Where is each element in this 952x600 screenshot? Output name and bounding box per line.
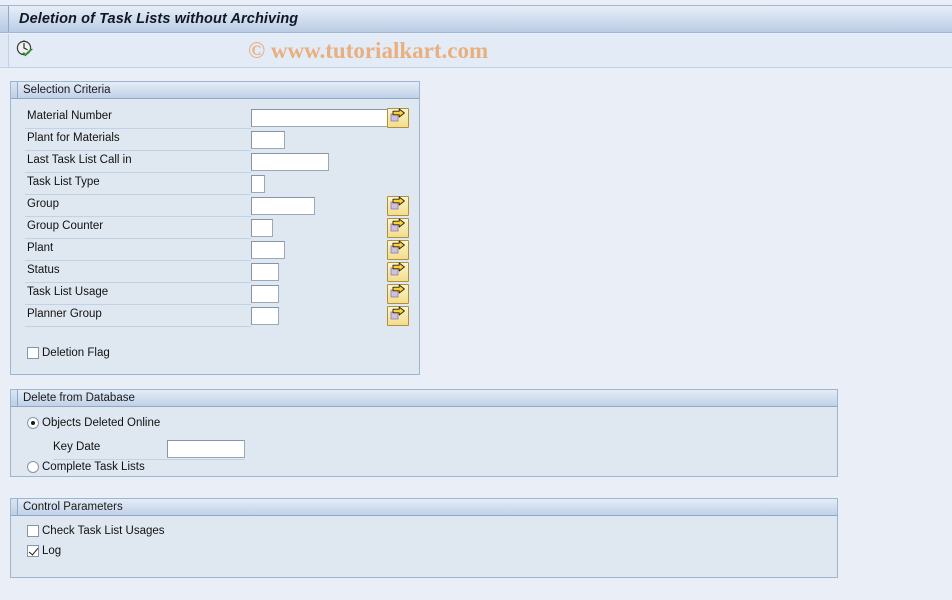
selection-criteria-title: Selection Criteria (23, 84, 111, 96)
key-date-row: Key Date (11, 438, 261, 460)
selection-criteria-header: Selection Criteria (11, 82, 419, 99)
field-label: Material Number (27, 110, 112, 122)
radio-objects-deleted-online-label: Objects Deleted Online (42, 417, 161, 429)
key-date-label: Key Date (53, 441, 101, 453)
checkbox-indicator (27, 545, 39, 557)
field-row: Plant (11, 239, 417, 261)
field-input[interactable] (251, 219, 273, 237)
checkbox-log[interactable]: Log (27, 545, 61, 557)
field-row: Status (11, 261, 417, 283)
field-input[interactable] (251, 307, 279, 325)
field-input[interactable] (251, 109, 397, 127)
execute-button[interactable] (14, 39, 36, 64)
application-toolbar (0, 34, 952, 68)
field-input[interactable] (251, 153, 329, 171)
clock-check-icon (15, 39, 35, 64)
radio-objects-deleted-online[interactable]: Objects Deleted Online (27, 417, 160, 429)
radio-indicator (27, 417, 39, 429)
checkbox-deletion-flag-label: Deletion Flag (42, 347, 110, 359)
multiple-selection-button[interactable] (387, 262, 409, 282)
multiple-selection-button[interactable] (387, 240, 409, 260)
multiple-selection-arrow-icon (390, 196, 406, 216)
field-row: Planner Group (11, 305, 417, 327)
group-header-accent (11, 390, 18, 406)
field-label: Task List Type (27, 176, 100, 188)
field-input[interactable] (251, 241, 285, 259)
key-date-input[interactable] (167, 440, 245, 458)
field-row: Plant for Materials (11, 129, 417, 151)
field-row: Material Number (11, 107, 417, 129)
field-input[interactable] (251, 131, 285, 149)
field-row: Task List Usage (11, 283, 417, 305)
field-label: Group (27, 198, 59, 210)
field-label: Planner Group (27, 308, 102, 320)
multiple-selection-button[interactable] (387, 108, 409, 128)
checkbox-indicator (27, 347, 39, 359)
control-parameters-title: Control Parameters (23, 501, 123, 513)
window-title-bar: Deletion of Task Lists without Archiving (0, 5, 952, 33)
multiple-selection-arrow-icon (390, 218, 406, 238)
field-input[interactable] (251, 285, 279, 303)
field-row: Group Counter (11, 217, 417, 239)
multiple-selection-arrow-icon (390, 240, 406, 260)
sap-transaction-screen: Deletion of Task Lists without Archiving… (0, 0, 952, 600)
delete-from-database-group: Delete from Database Objects Deleted Onl… (10, 389, 838, 477)
checkbox-log-label: Log (42, 545, 62, 557)
multiple-selection-arrow-icon (390, 284, 406, 304)
group-header-accent (11, 499, 18, 515)
row-separator (25, 326, 251, 327)
field-input[interactable] (251, 197, 315, 215)
title-bar-accent (0, 6, 9, 32)
toolbar-accent (0, 34, 9, 67)
control-parameters-header: Control Parameters (11, 499, 837, 516)
field-row: Group (11, 195, 417, 217)
multiple-selection-button[interactable] (387, 218, 409, 238)
multiple-selection-arrow-icon (390, 262, 406, 282)
field-label: Status (27, 264, 60, 276)
multiple-selection-button[interactable] (387, 196, 409, 216)
field-input[interactable] (251, 263, 279, 281)
row-separator (53, 459, 245, 460)
radio-complete-task-lists-label: Complete Task Lists (42, 461, 145, 473)
checkbox-check-task-list-usages[interactable]: Check Task List Usages (27, 525, 165, 537)
checkbox-deletion-flag[interactable]: Deletion Flag (27, 347, 110, 359)
multiple-selection-button[interactable] (387, 284, 409, 304)
control-parameters-group: Control Parameters Check Task List Usage… (10, 498, 838, 578)
field-label: Group Counter (27, 220, 104, 232)
field-label: Plant (27, 242, 54, 254)
multiple-selection-button[interactable] (387, 306, 409, 326)
multiple-selection-arrow-icon (390, 108, 406, 128)
radio-indicator (27, 461, 39, 473)
field-input[interactable] (251, 175, 265, 193)
field-label: Plant for Materials (27, 132, 120, 144)
delete-from-database-title: Delete from Database (23, 392, 135, 404)
group-header-accent (11, 82, 18, 98)
selection-criteria-group: Selection Criteria Material Number Plant … (10, 81, 420, 375)
multiple-selection-arrow-icon (390, 306, 406, 326)
field-row: Task List Type (11, 173, 417, 195)
page-title: Deletion of Task Lists without Archiving (19, 11, 299, 27)
field-label: Last Task List Call in (27, 154, 132, 166)
checkbox-check-task-list-usages-label: Check Task List Usages (42, 525, 165, 537)
radio-complete-task-lists[interactable]: Complete Task Lists (27, 461, 145, 473)
field-label: Task List Usage (27, 286, 109, 298)
field-row: Last Task List Call in (11, 151, 417, 173)
checkbox-indicator (27, 525, 39, 537)
delete-from-database-header: Delete from Database (11, 390, 837, 407)
